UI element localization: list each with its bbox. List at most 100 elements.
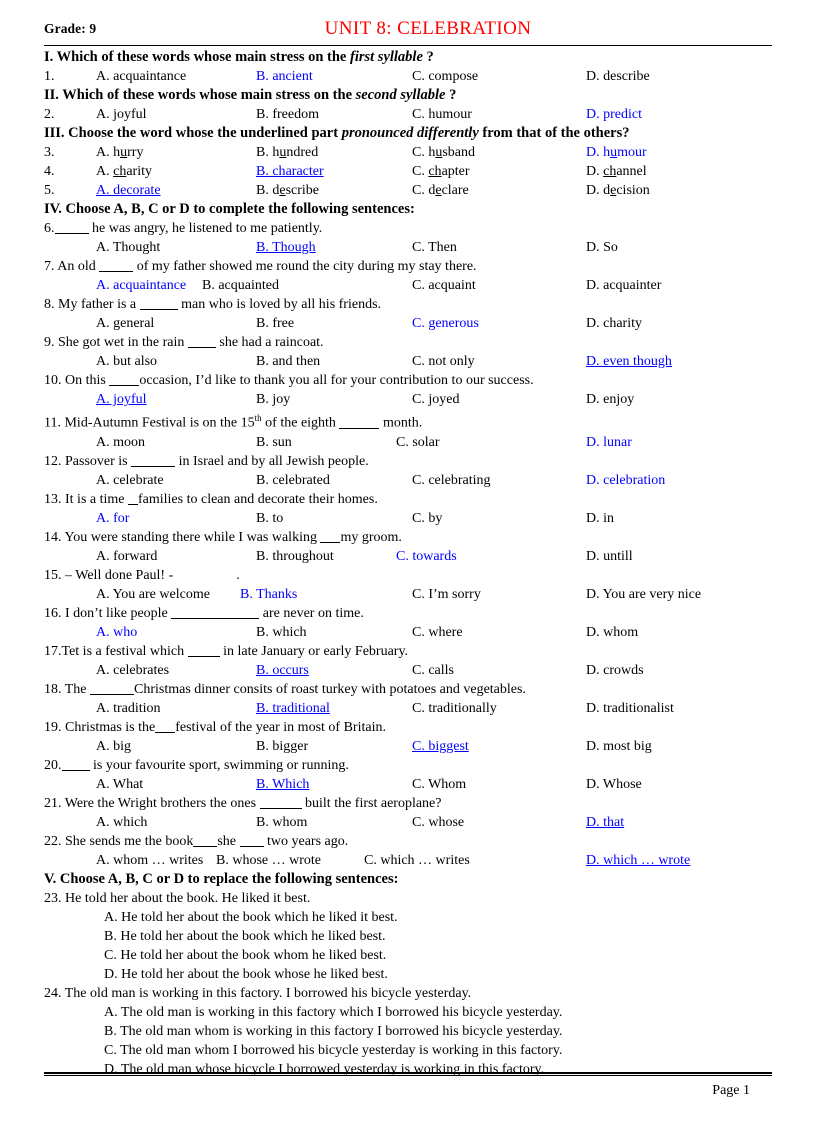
option-a[interactable]: A. tradition bbox=[96, 699, 161, 718]
answer-blank[interactable] bbox=[155, 731, 176, 733]
option-b[interactable]: B. to bbox=[256, 509, 283, 528]
answer-blank[interactable] bbox=[131, 465, 176, 467]
option-c[interactable]: C. joyed bbox=[412, 390, 459, 409]
option-a[interactable]: A. joyful bbox=[96, 390, 147, 409]
option-d[interactable]: D. in bbox=[586, 509, 614, 528]
option-a[interactable]: A. The old man is working in this factor… bbox=[44, 1003, 772, 1022]
answer-blank[interactable] bbox=[90, 693, 135, 695]
option-c[interactable]: C. where bbox=[412, 623, 463, 642]
option-c[interactable]: C. generous bbox=[412, 314, 479, 333]
option-d[interactable]: D. channel bbox=[586, 162, 647, 181]
answer-blank[interactable] bbox=[259, 807, 302, 809]
answer-blank[interactable] bbox=[54, 233, 89, 234]
option-b[interactable]: B. The old man whom is working in this f… bbox=[44, 1022, 772, 1041]
option-d[interactable]: D. crowds bbox=[586, 661, 644, 680]
option-b[interactable]: B. traditional bbox=[256, 699, 330, 718]
option-b[interactable]: B. occurs bbox=[256, 661, 309, 680]
option-a[interactable]: A. charity bbox=[96, 162, 152, 181]
option-b[interactable]: B. Thanks bbox=[240, 585, 297, 604]
option-c[interactable]: C. not only bbox=[412, 352, 475, 371]
answer-blank-2[interactable] bbox=[239, 845, 264, 847]
option-a[interactable]: A. celebrates bbox=[96, 661, 169, 680]
option-c[interactable]: C. humour bbox=[412, 105, 472, 124]
option-b[interactable]: B. freedom bbox=[256, 105, 319, 124]
option-c[interactable]: C. He told her about the book whom he li… bbox=[44, 946, 772, 965]
option-b[interactable]: B. acquainted bbox=[202, 276, 279, 295]
option-b[interactable]: B. Which bbox=[256, 775, 309, 794]
answer-blank[interactable] bbox=[187, 655, 220, 657]
option-c[interactable]: C. which … writes bbox=[364, 851, 470, 870]
option-d[interactable]: D. which … wrote bbox=[586, 851, 690, 870]
option-b[interactable]: B. throughout bbox=[256, 547, 334, 566]
option-a[interactable]: A. general bbox=[96, 314, 154, 333]
option-d[interactable]: D. acquainter bbox=[586, 276, 661, 295]
option-d[interactable]: D. predict bbox=[586, 105, 642, 124]
option-a[interactable]: A. moon bbox=[96, 433, 145, 452]
option-d[interactable]: D. that bbox=[586, 813, 624, 832]
option-c[interactable]: C. biggest bbox=[412, 737, 469, 756]
option-b[interactable]: B. whom bbox=[256, 813, 307, 832]
option-a[interactable]: A. acquaintance bbox=[96, 276, 186, 295]
answer-blank[interactable] bbox=[171, 617, 260, 619]
option-c[interactable]: C. celebrating bbox=[412, 471, 491, 490]
option-d[interactable]: D. traditionalist bbox=[586, 699, 674, 718]
answer-blank[interactable] bbox=[128, 503, 138, 505]
option-d[interactable]: D. even though bbox=[586, 352, 672, 371]
option-b[interactable]: B. hundred bbox=[256, 143, 318, 162]
option-c[interactable]: C. whose bbox=[412, 813, 464, 832]
option-b[interactable]: B. which bbox=[256, 623, 307, 642]
answer-blank[interactable] bbox=[61, 769, 90, 771]
option-b[interactable]: B. joy bbox=[256, 390, 290, 409]
option-c[interactable]: C. The old man whom I borrowed his bicyc… bbox=[44, 1041, 772, 1060]
option-b[interactable]: B. celebrated bbox=[256, 471, 330, 490]
option-b[interactable]: B. Though bbox=[256, 238, 316, 257]
option-c[interactable]: C. I’m sorry bbox=[412, 585, 481, 604]
option-b[interactable]: B. He told her about the book which he l… bbox=[44, 927, 772, 946]
answer-blank[interactable] bbox=[320, 541, 341, 543]
option-a[interactable]: A. who bbox=[96, 623, 137, 642]
option-c[interactable]: C. Then bbox=[412, 238, 457, 257]
option-a[interactable]: A. What bbox=[96, 775, 143, 794]
option-a[interactable]: A. You are welcome bbox=[96, 585, 210, 604]
option-b[interactable]: B. describe bbox=[256, 181, 319, 200]
option-c[interactable]: C. compose bbox=[412, 67, 478, 86]
option-d[interactable]: D. enjoy bbox=[586, 390, 634, 409]
option-a[interactable]: A. hurry bbox=[96, 143, 143, 162]
option-c[interactable]: C. acquaint bbox=[412, 276, 476, 295]
option-c[interactable]: C. Whom bbox=[412, 775, 466, 794]
option-a[interactable]: A. whom … writes bbox=[96, 851, 203, 870]
option-c[interactable]: C. towards bbox=[396, 547, 457, 566]
option-b[interactable]: B. sun bbox=[256, 433, 292, 452]
option-b[interactable]: B. character bbox=[256, 162, 324, 181]
option-d[interactable]: D. most big bbox=[586, 737, 652, 756]
option-b[interactable]: B. whose … wrote bbox=[216, 851, 321, 870]
option-a[interactable]: A. He told her about the book which he l… bbox=[44, 908, 772, 927]
option-d[interactable]: D. Whose bbox=[586, 775, 642, 794]
answer-blank[interactable] bbox=[193, 845, 218, 847]
option-a[interactable]: A. but also bbox=[96, 352, 157, 371]
option-a[interactable]: A. for bbox=[96, 509, 129, 528]
option-d[interactable]: D. charity bbox=[586, 314, 642, 333]
option-c[interactable]: C. solar bbox=[396, 433, 440, 452]
answer-blank[interactable] bbox=[339, 427, 380, 429]
option-d[interactable]: D. celebration bbox=[586, 471, 665, 490]
option-c[interactable]: C. calls bbox=[412, 661, 454, 680]
option-c[interactable]: C. by bbox=[412, 509, 442, 528]
answer-blank[interactable] bbox=[139, 309, 178, 310]
option-a[interactable]: A. decorate bbox=[96, 181, 161, 200]
option-a[interactable]: A. celebrate bbox=[96, 471, 164, 490]
option-d[interactable]: D. untill bbox=[586, 547, 633, 566]
option-b[interactable]: B. free bbox=[256, 314, 294, 333]
option-c[interactable]: C. chapter bbox=[412, 162, 470, 181]
option-b[interactable]: B. and then bbox=[256, 352, 320, 371]
option-b[interactable]: B. bigger bbox=[256, 737, 308, 756]
option-d[interactable]: D. He told her about the book whose he l… bbox=[44, 965, 772, 984]
option-a[interactable]: A. forward bbox=[96, 547, 157, 566]
answer-blank[interactable] bbox=[187, 347, 216, 348]
option-a[interactable]: A. which bbox=[96, 813, 147, 832]
option-d[interactable]: D. So bbox=[586, 238, 618, 257]
option-d[interactable]: D. whom bbox=[586, 623, 638, 642]
option-d[interactable]: D. You are very nice bbox=[586, 585, 701, 604]
option-a[interactable]: A. acquaintance bbox=[96, 67, 186, 86]
option-b[interactable]: B. ancient bbox=[256, 67, 313, 86]
